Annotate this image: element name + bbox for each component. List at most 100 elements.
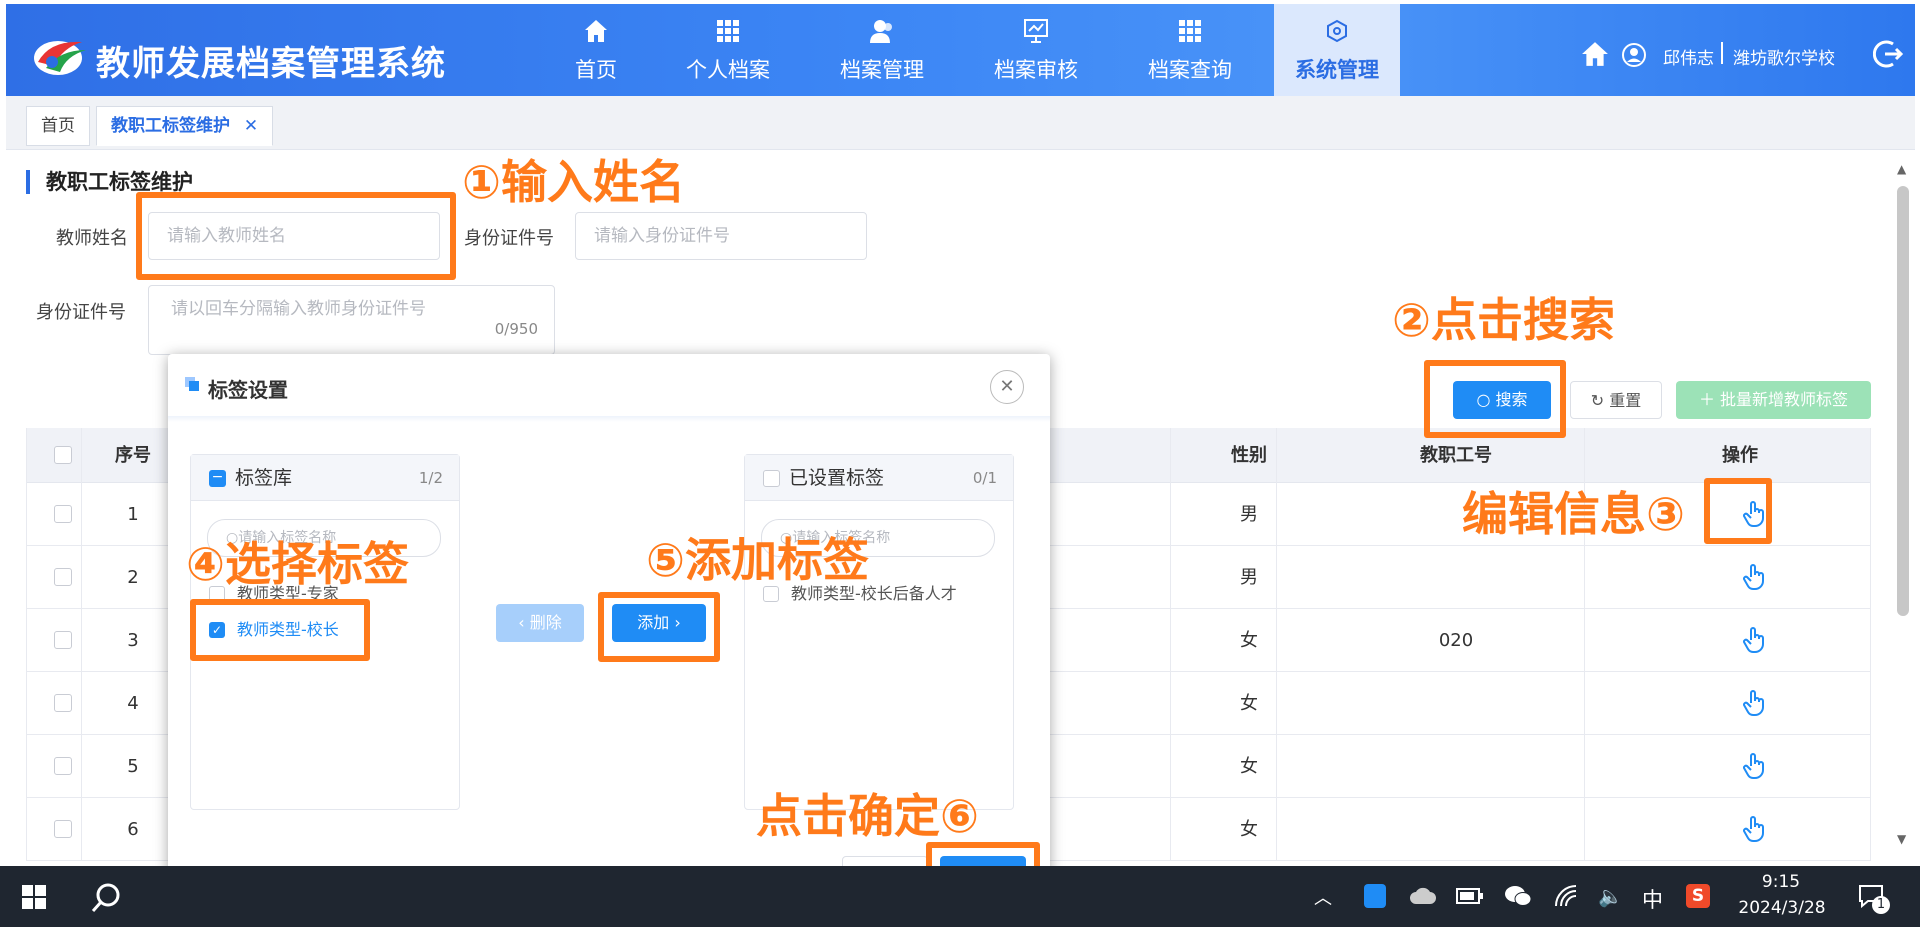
nav-archive-management[interactable]: 档案管理	[806, 4, 958, 96]
edit-hand-icon[interactable]	[1742, 753, 1766, 779]
delete-button[interactable]: ‹ 删除	[496, 604, 584, 642]
ime-indicator[interactable]: 中	[1642, 884, 1663, 914]
chevron-left-icon: ‹	[518, 613, 525, 632]
id-multi-label: 身份证件号	[36, 302, 126, 323]
search-icon[interactable]	[90, 882, 122, 914]
id-number-input[interactable]: 请输入身份证件号	[575, 212, 867, 260]
grid-line	[1170, 428, 1171, 861]
annotation-box-search	[1424, 360, 1566, 438]
scroll-down-icon[interactable]: ▼	[1897, 832, 1906, 846]
close-icon[interactable]: ✕	[990, 370, 1024, 404]
battery-icon[interactable]	[1456, 888, 1484, 904]
sogou-icon[interactable]: S	[1686, 884, 1710, 908]
edit-hand-icon[interactable]	[1742, 627, 1766, 653]
edit-hand-icon[interactable]	[1742, 816, 1766, 842]
nav-label: 档案查询	[1148, 58, 1232, 82]
home-icon[interactable]	[1581, 40, 1609, 68]
nav-label: 个人档案	[686, 58, 770, 82]
select-all-checkbox[interactable]	[54, 446, 72, 464]
hexagon-icon	[1327, 19, 1347, 43]
school-name: 潍坊歌尔学校	[1733, 49, 1835, 69]
edit-hand-icon[interactable]	[1742, 564, 1766, 590]
batch-add-tag-button[interactable]: ＋ 批量新增教师标签	[1676, 381, 1871, 419]
annotation-step6: 点击确定⑥	[756, 789, 979, 843]
app-tray-icon[interactable]	[1364, 884, 1386, 908]
volume-icon[interactable]: 🔈	[1598, 884, 1623, 908]
scroll-up-icon[interactable]: ▲	[1897, 162, 1906, 176]
grid-line	[1870, 428, 1871, 861]
cell-index: 3	[127, 630, 139, 651]
col-action: 操作	[1722, 445, 1758, 466]
col-index: 序号	[115, 445, 151, 466]
select-all-checkbox[interactable]	[763, 470, 780, 487]
wifi-icon[interactable]	[1554, 884, 1580, 908]
nav-label: 首页	[575, 58, 617, 82]
annotation-step2: ②点击搜索	[1392, 293, 1615, 347]
nav-home[interactable]: 首页	[520, 4, 672, 96]
tab-home[interactable]: 首页	[26, 106, 90, 146]
tab-label: 教职工标签维护	[111, 116, 230, 136]
cell-gender: 女	[1240, 630, 1258, 651]
cell-gender: 男	[1240, 567, 1258, 588]
id-multi-textarea[interactable]: 请以回车分隔输入教师身份证件号 0/950	[148, 285, 555, 355]
indeterminate-checkbox[interactable]: −	[209, 470, 226, 487]
row-checkbox[interactable]	[54, 694, 72, 712]
cell-staff-no	[1302, 546, 1610, 609]
nav-personal-archive[interactable]: 个人档案	[652, 4, 804, 96]
top-header: 教师发展档案管理系统 首页 个人档案 档案管理 档案审核 档案查询 系统管理 邱…	[6, 4, 1915, 96]
cell-staff-no	[1302, 672, 1610, 735]
monitor-icon	[1024, 19, 1048, 43]
panel-title: 标签库	[235, 467, 293, 489]
annotation-step4: ④选择标签	[186, 537, 409, 591]
scrollbar-thumb[interactable]	[1897, 186, 1909, 616]
logout-icon[interactable]	[1873, 38, 1905, 70]
nav-archive-review[interactable]: 档案审核	[960, 4, 1112, 96]
panel-count: 0/1	[972, 469, 997, 487]
nav-system-management[interactable]: 系统管理	[1274, 4, 1400, 96]
nav-archive-query[interactable]: 档案查询	[1114, 4, 1266, 96]
row-checkbox[interactable]	[54, 820, 72, 838]
vertical-scrollbar[interactable]: ▲ ▼	[1893, 160, 1913, 860]
cell-index: 2	[127, 567, 139, 588]
user-avatar-icon[interactable]	[1621, 42, 1647, 68]
tab-bar: 首页 教职工标签维护 ✕	[6, 96, 1915, 150]
panel-header: 已设置标签 0/1	[745, 455, 1013, 501]
windows-start-icon[interactable]	[22, 885, 46, 909]
row-checkbox[interactable]	[54, 505, 72, 523]
cell-staff-no: 020	[1438, 630, 1474, 651]
close-icon[interactable]: ✕	[244, 116, 258, 136]
logo-icon	[34, 41, 86, 75]
panel-title: 已设置标签	[789, 467, 885, 489]
divider	[168, 416, 1050, 422]
annotation-box-select-tag	[190, 599, 370, 661]
wechat-icon[interactable]	[1504, 884, 1532, 908]
row-checkbox[interactable]	[54, 631, 72, 649]
cloud-icon[interactable]	[1408, 884, 1438, 908]
users-icon	[870, 20, 892, 43]
nav-label: 档案管理	[840, 58, 924, 82]
cell-gender: 男	[1240, 504, 1258, 525]
chevron-up-icon[interactable]: ︿	[1314, 884, 1332, 910]
edit-hand-icon[interactable]	[1742, 690, 1766, 716]
teacher-name-label: 教师姓名	[56, 228, 128, 249]
textarea-placeholder: 请以回车分隔输入教师身份证件号	[171, 299, 426, 319]
refresh-icon: ↻	[1590, 391, 1605, 410]
row-checkbox[interactable]	[54, 757, 72, 775]
cell-gender: 女	[1240, 756, 1258, 777]
clock-date[interactable]: 2024/3/28	[1724, 898, 1840, 918]
cell-index: 1	[127, 504, 139, 525]
cell-staff-no	[1302, 798, 1610, 861]
home-icon	[585, 20, 607, 42]
os-taskbar: ︿ 🔈 中 S 9:15 2024/3/28 1	[0, 866, 1920, 927]
tab-staff-tag-maintenance[interactable]: 教职工标签维护 ✕	[96, 106, 274, 146]
item-checkbox[interactable]	[763, 586, 779, 602]
clock-time[interactable]: 9:15	[1736, 872, 1826, 892]
user-name: 邱伟志	[1663, 49, 1714, 69]
annotation-step3: 编辑信息③	[1462, 487, 1685, 541]
nav-label: 系统管理	[1295, 58, 1379, 82]
annotation-box-add	[598, 592, 720, 662]
id-number-label: 身份证件号	[464, 228, 554, 249]
row-checkbox[interactable]	[54, 568, 72, 586]
reset-button[interactable]: ↻ 重置	[1570, 381, 1662, 419]
cell-index: 4	[127, 693, 139, 714]
